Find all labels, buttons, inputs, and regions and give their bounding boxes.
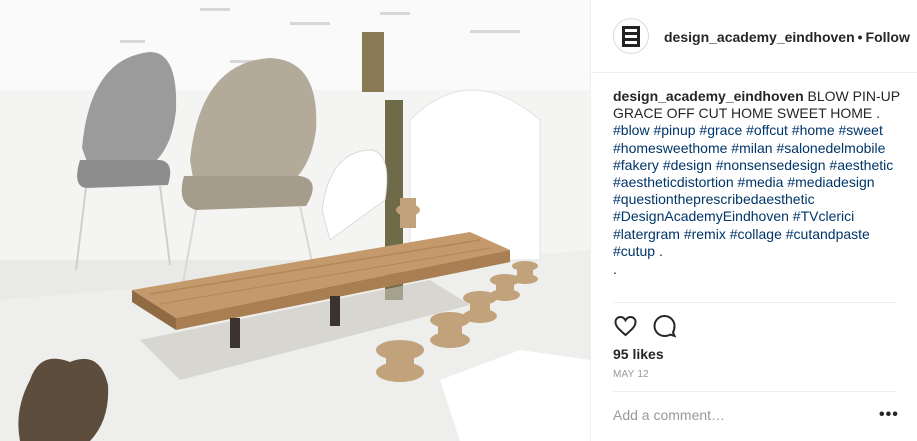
hashtag-link[interactable]: #design xyxy=(663,157,712,173)
add-comment-input[interactable]: Add a comment… xyxy=(613,407,725,423)
hashtag-list: #blow #pinup #grace #offcut #home #sweet… xyxy=(613,122,893,258)
follow-button[interactable]: Follow xyxy=(866,29,910,45)
hashtag-link[interactable]: #fakery xyxy=(613,157,659,173)
post-image-collage xyxy=(0,0,590,441)
divider xyxy=(613,391,896,392)
avatar[interactable] xyxy=(613,18,649,54)
header-separator: • xyxy=(857,29,863,45)
caption-extra-line: . xyxy=(613,261,617,278)
action-bar xyxy=(613,314,677,338)
hashtag-link[interactable]: #sweet xyxy=(839,122,883,138)
hashtag-link[interactable]: #questiontheprescribedaesthetic xyxy=(613,191,815,207)
likes-count[interactable]: 95 likes xyxy=(613,346,664,362)
hashtag-link[interactable]: #nonsensedesign xyxy=(716,157,826,173)
hashtag-link[interactable]: #cutup xyxy=(613,243,655,259)
post-header: design_academy_eindhoven • Follow xyxy=(591,0,917,73)
hashtag-link[interactable]: #salonedelmobile xyxy=(776,140,885,156)
hashtag-link[interactable]: #remix xyxy=(684,226,726,242)
post-caption: design_academy_eindhoven BLOW PIN-UP GRA… xyxy=(613,88,903,278)
hashtag-link[interactable]: #cutandpaste xyxy=(786,226,870,242)
caption-end: . xyxy=(658,242,663,259)
hashtag-link[interactable]: #collage xyxy=(730,226,782,242)
divider xyxy=(613,302,896,303)
hashtag-link[interactable]: #blow xyxy=(613,122,650,138)
hashtag-link[interactable]: #milan xyxy=(731,140,772,156)
hashtag-link[interactable]: #TVclerici xyxy=(793,208,854,224)
hashtag-link[interactable]: #latergram xyxy=(613,226,680,242)
hashtag-link[interactable]: #DesignAcademyEindhoven xyxy=(613,208,789,224)
caption-username[interactable]: design_academy_eindhoven xyxy=(613,88,804,104)
hashtag-link[interactable]: #home xyxy=(792,122,835,138)
hashtag-link[interactable]: #aestheticdistortion xyxy=(613,174,734,190)
comment-bubble-icon[interactable] xyxy=(652,314,677,338)
design-academy-logo-icon xyxy=(622,25,640,47)
heart-icon[interactable] xyxy=(613,314,638,338)
username-link[interactable]: design_academy_eindhoven xyxy=(664,29,855,45)
hashtag-link[interactable]: #aesthetic xyxy=(829,157,893,173)
post-sidebar: design_academy_eindhoven • Follow design_a… xyxy=(590,0,917,441)
hashtag-link[interactable]: #homesweethome xyxy=(613,140,727,156)
hashtag-link[interactable]: #grace xyxy=(699,122,742,138)
hashtag-link[interactable]: #pinup xyxy=(653,122,695,138)
hashtag-link[interactable]: #media xyxy=(738,174,784,190)
post-date[interactable]: MAY 12 xyxy=(613,369,649,380)
post-photo[interactable] xyxy=(0,0,590,441)
header-line: design_academy_eindhoven • Follow xyxy=(664,29,910,45)
more-options-button[interactable]: ••• xyxy=(879,406,899,424)
hashtag-link[interactable]: #offcut xyxy=(746,122,788,138)
hashtag-link[interactable]: #mediadesign xyxy=(787,174,874,190)
